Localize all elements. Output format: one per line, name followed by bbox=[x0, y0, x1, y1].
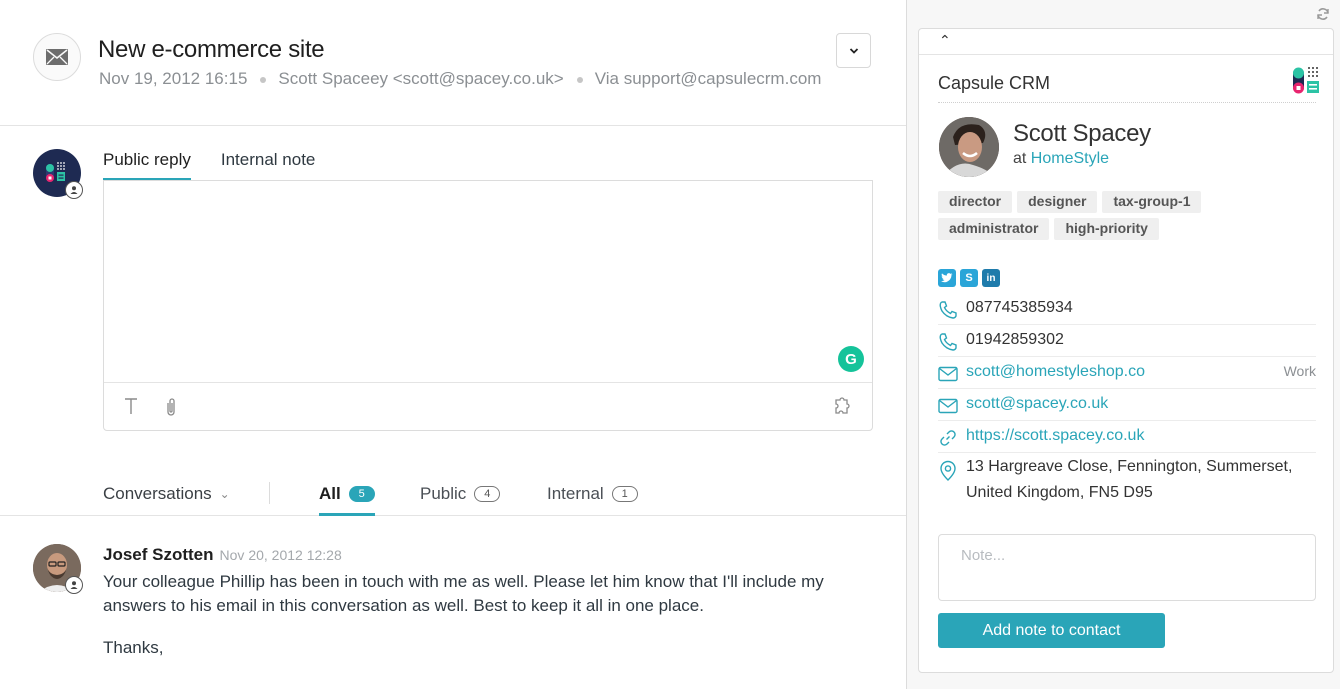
social-links: S in bbox=[938, 269, 1004, 287]
ticket-requester[interactable]: Scott Spaceey <scott@spacey.co.uk> bbox=[278, 69, 563, 89]
phone-icon bbox=[938, 300, 958, 325]
twitter-icon[interactable] bbox=[938, 269, 956, 287]
message-author: Josef Szotten Nov 20, 2012 12:28 bbox=[103, 545, 342, 565]
tag: administrator bbox=[938, 218, 1050, 240]
envelope-icon bbox=[33, 33, 81, 81]
contact-email-row: scott@spacey.co.uk bbox=[938, 389, 1316, 421]
user-badge-icon bbox=[65, 181, 83, 199]
chevron-up-icon: ⌃ bbox=[939, 32, 951, 48]
count-badge: 1 bbox=[611, 486, 638, 502]
phone-number: 01942859302 bbox=[966, 331, 1064, 348]
ticket-date: Nov 19, 2012 16:15 bbox=[99, 69, 248, 88]
link-icon bbox=[938, 428, 958, 453]
count-badge: 4 bbox=[474, 486, 501, 502]
ticket-via: Via support@capsulecrm.com bbox=[594, 69, 822, 88]
org-prefix: at bbox=[1013, 150, 1027, 167]
email-link[interactable]: scott@spacey.co.uk bbox=[966, 395, 1108, 413]
ticket-options-dropdown[interactable] bbox=[836, 33, 871, 68]
add-note-button[interactable]: Add note to contact bbox=[938, 613, 1165, 648]
contact-address-row: 13 Hargreave Close, Fennington, Summerse… bbox=[938, 453, 1316, 511]
organization-link[interactable]: HomeStyle bbox=[1031, 150, 1109, 167]
capsule-crm-app-card: ⌃ Capsule CRM Scott Spacey at HomeStyle … bbox=[918, 28, 1334, 673]
ticket-header: New e-commerce site Nov 19, 2012 16:15 S… bbox=[0, 0, 906, 126]
message-paragraph: Thanks, bbox=[103, 638, 164, 657]
email-link[interactable]: scott@homestyleshop.co bbox=[966, 363, 1145, 381]
message-body: Your colleague Phillip has been in touch… bbox=[103, 570, 843, 678]
address-text: 13 Hargreave Close, Fennington, Summerse… bbox=[966, 458, 1293, 501]
contact-tags: director designer tax-group-1 administra… bbox=[938, 191, 1238, 245]
chevron-down-icon bbox=[849, 47, 858, 54]
refresh-icon[interactable] bbox=[1316, 7, 1330, 26]
phone-icon bbox=[938, 332, 958, 357]
tab-public-reply[interactable]: Public reply bbox=[103, 146, 191, 181]
editor-toolbar bbox=[104, 382, 872, 431]
tag: high-priority bbox=[1054, 218, 1159, 240]
contact-name: Scott Spacey bbox=[1013, 120, 1151, 147]
ticket-title: New e-commerce site bbox=[98, 36, 325, 63]
text-format-icon[interactable] bbox=[124, 397, 138, 420]
count-badge: 5 bbox=[348, 486, 375, 502]
email-icon bbox=[938, 396, 958, 419]
tag: designer bbox=[1017, 191, 1098, 213]
author-name[interactable]: Josef Szotten bbox=[103, 545, 214, 564]
contact-note-input[interactable] bbox=[938, 534, 1316, 601]
separator-dot bbox=[576, 77, 583, 83]
filter-tab-label: Public bbox=[420, 484, 467, 503]
contact-phone-row: 01942859302 bbox=[938, 325, 1316, 357]
message-paragraph: Your colleague Phillip has been in touch… bbox=[103, 572, 824, 615]
grammarly-icon[interactable]: G bbox=[838, 346, 864, 372]
ticket-meta: Nov 19, 2012 16:15 Scott Spaceey <scott@… bbox=[99, 69, 821, 89]
tab-internal-note[interactable]: Internal note bbox=[221, 146, 316, 181]
filter-tab-internal[interactable]: Internal 1 bbox=[547, 484, 638, 516]
collapse-app-button[interactable]: ⌃ bbox=[919, 29, 1333, 55]
contact-photo bbox=[939, 117, 999, 177]
user-badge-icon bbox=[65, 576, 83, 594]
location-pin-icon bbox=[938, 460, 958, 487]
contact-organization: at HomeStyle bbox=[1013, 150, 1109, 168]
filter-tab-all[interactable]: All 5 bbox=[319, 484, 375, 516]
reply-editor: G bbox=[103, 180, 873, 431]
conversation-filter-bar: Conversations ⌄ All 5 Public 4 Internal … bbox=[0, 476, 906, 516]
chevron-down-icon: ⌄ bbox=[219, 487, 230, 501]
email-icon bbox=[938, 364, 958, 387]
tag: tax-group-1 bbox=[1102, 191, 1202, 213]
app-title: Capsule CRM bbox=[938, 73, 1051, 93]
agent-avatar bbox=[33, 149, 83, 199]
phone-number: 087745385934 bbox=[966, 299, 1073, 316]
reply-tabs: Public reply Internal note bbox=[103, 146, 345, 181]
conversations-dropdown-label: Conversations bbox=[103, 484, 212, 503]
divider bbox=[938, 102, 1316, 103]
contact-website-row: https://scott.spacey.co.uk bbox=[938, 421, 1316, 453]
apps-sidebar: ⌃ Capsule CRM Scott Spacey at HomeStyle … bbox=[906, 0, 1340, 689]
ticket-main-pane: New e-commerce site Nov 19, 2012 16:15 S… bbox=[0, 0, 906, 689]
filter-tab-label: Internal bbox=[547, 484, 604, 503]
website-link[interactable]: https://scott.spacey.co.uk bbox=[966, 427, 1144, 445]
tag: director bbox=[938, 191, 1013, 213]
capsule-logo-icon bbox=[1292, 65, 1322, 100]
email-type-label: Work bbox=[1283, 363, 1316, 379]
filter-tab-public[interactable]: Public 4 bbox=[420, 484, 501, 516]
contact-email-row: scott@homestyleshop.co Work bbox=[938, 357, 1316, 389]
filter-tab-label: All bbox=[319, 484, 341, 503]
divider bbox=[269, 482, 270, 504]
apps-puzzle-icon[interactable] bbox=[834, 397, 854, 420]
conversations-dropdown[interactable]: Conversations ⌄ bbox=[103, 484, 230, 504]
skype-icon[interactable]: S bbox=[960, 269, 978, 287]
contact-phone-row: 087745385934 bbox=[938, 293, 1316, 325]
attachment-icon[interactable] bbox=[165, 397, 177, 422]
message-timestamp: Nov 20, 2012 12:28 bbox=[219, 547, 342, 563]
linkedin-icon[interactable]: in bbox=[982, 269, 1000, 287]
reply-body-input[interactable] bbox=[104, 181, 872, 382]
separator-dot bbox=[260, 77, 267, 83]
